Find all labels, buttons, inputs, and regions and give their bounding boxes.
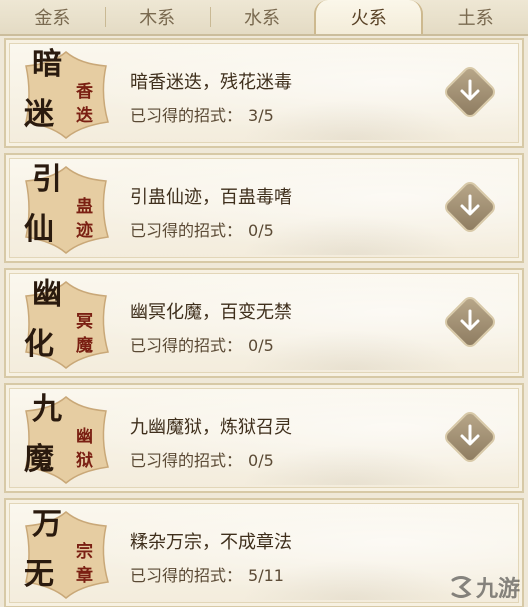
skill-title: 幽冥化魔，百变无禁 [130, 302, 292, 323]
skill-progress: 已习得的招式： 0/5 [130, 447, 274, 471]
skill-card[interactable]: 九 魔 幽 狱 九幽魔狱，炼狱召灵 已习得的招式： 0/5 [4, 383, 524, 493]
emblem-char: 引 [32, 162, 62, 197]
expand-button[interactable] [441, 178, 499, 236]
progress-value: 0/5 [248, 221, 274, 240]
skill-progress: 已习得的招式： 5/11 [130, 562, 284, 586]
skill-title: 糅杂万宗，不成章法 [130, 532, 292, 553]
emblem-char: 迹 [76, 221, 93, 241]
skill-card[interactable]: 暗 迷 香 迭 暗香迷迭，残花迷毒 已习得的招式： 3/5 [4, 38, 524, 148]
progress-label: 已习得的招式： [130, 451, 243, 470]
jiuyou-logo-icon [451, 576, 472, 598]
skill-card[interactable]: 幽 化 冥 魔 幽冥化魔，百变无禁 已习得的招式： 0/5 [4, 268, 524, 378]
chevron-down-icon [460, 79, 480, 101]
skill-title: 九幽魔狱，炼狱召灵 [130, 417, 292, 438]
tab-label: 金系 [34, 8, 71, 29]
progress-label: 已习得的招式： [130, 566, 243, 585]
tab-water[interactable]: 水系 [209, 0, 315, 34]
emblem-char: 九 [32, 392, 62, 427]
expand-button[interactable] [441, 293, 499, 351]
chevron-down-icon [460, 194, 480, 216]
element-tab-bar: 金系 木系 水系 火系 土系 [0, 0, 528, 36]
tab-metal[interactable]: 金系 [0, 0, 105, 34]
emblem-char: 冥 [76, 312, 93, 332]
emblem-char: 宗 [76, 542, 93, 562]
progress-label: 已习得的招式： [130, 336, 243, 355]
tab-label: 土系 [457, 8, 494, 29]
emblem-char: 狱 [76, 451, 93, 471]
emblem-char: 迭 [76, 106, 93, 126]
emblem-char: 无 [24, 557, 54, 592]
tab-label: 水系 [243, 8, 280, 29]
skill-progress: 已习得的招式： 0/5 [130, 217, 274, 241]
progress-label: 已习得的招式： [130, 106, 243, 125]
expand-button[interactable] [441, 408, 499, 466]
tab-label: 火系 [350, 8, 387, 29]
progress-value: 0/5 [248, 451, 274, 470]
skill-title: 暗香迷迭，残花迷毒 [130, 72, 292, 93]
progress-value: 5/11 [248, 566, 284, 585]
skill-emblem: 暗 迷 香 迭 [18, 46, 114, 142]
tab-fire[interactable]: 火系 [314, 0, 424, 34]
skill-emblem: 万 无 宗 章 [18, 506, 114, 602]
emblem-char: 幽 [76, 427, 93, 447]
watermark: 九游 [448, 571, 520, 603]
emblem-char: 蛊 [76, 197, 93, 217]
expand-button[interactable] [441, 63, 499, 121]
emblem-char: 幽 [32, 277, 62, 312]
skill-emblem: 九 魔 幽 狱 [18, 391, 114, 487]
skill-emblem: 幽 化 冥 魔 [18, 276, 114, 372]
tab-earth[interactable]: 土系 [423, 0, 528, 34]
tab-wood[interactable]: 木系 [104, 0, 210, 34]
emblem-char: 魔 [76, 336, 93, 356]
progress-value: 3/5 [248, 106, 274, 125]
progress-label: 已习得的招式： [130, 221, 243, 240]
skill-progress: 已习得的招式： 3/5 [130, 102, 274, 126]
skill-card[interactable]: 万 无 宗 章 糅杂万宗，不成章法 已习得的招式： 5/11 [4, 498, 524, 607]
chevron-down-icon [460, 424, 480, 446]
skill-card[interactable]: 引 仙 蛊 迹 引蛊仙迹，百蛊毒嗜 已习得的招式： 0/5 [4, 153, 524, 263]
chevron-down-icon [460, 309, 480, 331]
emblem-char: 章 [76, 566, 93, 586]
skill-progress: 已习得的招式： 0/5 [130, 332, 274, 356]
emblem-char: 魔 [24, 442, 54, 477]
progress-value: 0/5 [248, 336, 274, 355]
tab-label: 木系 [139, 8, 176, 29]
watermark-text: 九游 [475, 577, 520, 602]
skill-title: 引蛊仙迹，百蛊毒嗜 [130, 187, 292, 208]
emblem-char: 暗 [32, 47, 62, 82]
emblem-char: 仙 [24, 212, 54, 247]
emblem-char: 香 [76, 82, 93, 102]
emblem-char: 迷 [24, 97, 54, 132]
emblem-char: 化 [24, 327, 54, 362]
emblem-char: 万 [32, 507, 62, 542]
skill-emblem: 引 仙 蛊 迹 [18, 161, 114, 257]
